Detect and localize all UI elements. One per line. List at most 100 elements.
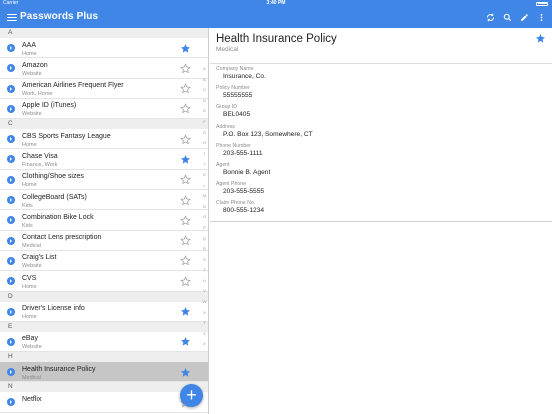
list-item-cbs-sports-fantasy-league[interactable]: CBS Sports Fantasy League Home — [0, 129, 208, 150]
star-icon[interactable] — [180, 154, 191, 165]
go-arrow-icon[interactable] — [7, 155, 15, 164]
index-letter-v[interactable]: V — [201, 286, 208, 297]
star-icon[interactable] — [180, 235, 191, 246]
star-icon[interactable] — [180, 43, 191, 54]
field-label: Phone Number — [216, 142, 251, 149]
list-item-chase-visa[interactable]: Chase Visa Finance, Work — [0, 149, 208, 170]
list-item-aaa[interactable]: AAA Home — [0, 38, 208, 59]
index-letter-i[interactable]: I — [201, 149, 208, 160]
star-icon[interactable] — [180, 306, 191, 317]
index-letter-w[interactable]: W — [201, 297, 208, 308]
index-letter-p[interactable]: P — [201, 223, 208, 234]
star-icon[interactable] — [180, 83, 191, 94]
index-letter-o[interactable]: O — [201, 212, 208, 223]
star-icon[interactable] — [180, 367, 191, 378]
app-bar: Passwords Plus — [0, 7, 552, 28]
edit-icon[interactable] — [519, 12, 529, 22]
index-letter-q[interactable]: Q — [201, 234, 208, 245]
index-letter-l[interactable]: L — [201, 181, 208, 192]
index-letter-r[interactable]: R — [201, 244, 208, 255]
index-letter-z[interactable]: Z — [201, 329, 208, 340]
entry-list: A AAA Home Amazon Website American Airlines F… — [0, 28, 209, 414]
section-header-d: D — [0, 291, 208, 302]
index-letter-d[interactable]: D — [201, 96, 208, 107]
star-icon[interactable] — [180, 336, 191, 347]
go-arrow-icon[interactable] — [7, 135, 15, 144]
index-letter-u[interactable]: U — [201, 276, 208, 287]
list-item-ebay[interactable]: eBay Website — [0, 331, 208, 353]
star-icon[interactable] — [180, 133, 191, 145]
star-icon[interactable] — [180, 255, 191, 266]
item-category: Home — [22, 50, 37, 57]
index-letter-m[interactable]: M — [201, 191, 208, 202]
item-category: Finance, Work — [22, 161, 58, 168]
index-letter-f[interactable]: F — [201, 117, 208, 128]
list-item-craig-s-list[interactable]: Craig's List Website — [0, 250, 208, 272]
go-arrow-icon[interactable] — [7, 44, 15, 52]
list-item-combination-bike-lock[interactable]: Combination Bike Lock Kids — [0, 210, 208, 231]
index-letter-e[interactable]: E — [201, 106, 208, 117]
field-value[interactable]: BEL0405 — [223, 111, 250, 118]
list-item-netflix[interactable]: Netflix — [0, 392, 208, 413]
star-icon[interactable] — [180, 63, 191, 74]
go-arrow-icon[interactable] — [7, 256, 15, 265]
section-header-h: H — [0, 352, 208, 363]
go-arrow-icon[interactable] — [7, 84, 15, 93]
list-item-clothing-shoe-sizes[interactable]: Clothing/Shoe sizes Home — [0, 169, 208, 191]
index-letter-y[interactable]: Y — [201, 318, 208, 329]
list-item-amazon[interactable]: Amazon Website — [0, 58, 208, 79]
go-arrow-icon[interactable] — [7, 104, 15, 113]
field-value[interactable]: 203-555-5555 — [223, 188, 264, 195]
index-letter-hash[interactable]: # — [201, 339, 208, 350]
go-arrow-icon[interactable] — [7, 398, 15, 407]
go-arrow-icon[interactable] — [7, 368, 15, 377]
search-icon[interactable] — [502, 12, 512, 22]
list-item-health-insurance-policy[interactable]: Health Insurance Policy Medical — [0, 362, 208, 383]
more-vert-icon[interactable] — [536, 12, 546, 22]
go-arrow-icon[interactable] — [7, 64, 15, 73]
star-icon[interactable] — [180, 215, 191, 226]
index-letter-s[interactable]: S — [201, 255, 208, 266]
star-icon[interactable] — [180, 276, 191, 287]
star-icon[interactable] — [180, 174, 191, 185]
index-letter-x[interactable]: X — [201, 308, 208, 319]
star-icon[interactable] — [180, 103, 191, 114]
go-arrow-icon[interactable] — [7, 337, 15, 346]
list-item-cvs[interactable]: CVS Home — [0, 271, 208, 292]
go-arrow-icon[interactable] — [7, 307, 15, 316]
list-item-driver-s-license-info[interactable]: Driver's License info Home — [0, 301, 208, 322]
go-arrow-icon[interactable] — [7, 236, 15, 245]
field-value[interactable]: Bonnie B. Agent — [223, 169, 270, 176]
sync-icon[interactable] — [485, 12, 495, 22]
star-icon[interactable] — [535, 33, 546, 44]
index-letter-t[interactable]: T — [201, 265, 208, 276]
alphabet-index[interactable]: A B C D E F G H I J K L M N O P Q R S T U V W X Y Z # — [201, 64, 208, 350]
index-letter-g[interactable]: G — [201, 128, 208, 139]
list-item-american-airlines-frequent-flyer[interactable]: American Airlines Frequent Flyer Work, Ho… — [0, 78, 208, 99]
item-name: Contact Lens prescription — [22, 234, 102, 242]
go-arrow-icon[interactable] — [7, 216, 15, 225]
list-item-apple-id-itunes[interactable]: Apple ID (iTunes) Website — [0, 98, 208, 120]
go-arrow-icon[interactable] — [7, 175, 15, 184]
field-value[interactable]: 55555555 — [223, 92, 252, 99]
add-button[interactable]: + — [180, 384, 203, 407]
field-value[interactable]: 800-555-1234 — [223, 207, 264, 214]
index-letter-a[interactable]: A — [201, 64, 208, 75]
index-letter-n[interactable]: N — [201, 202, 208, 213]
go-arrow-icon[interactable] — [7, 196, 15, 205]
index-letter-b[interactable]: B — [201, 75, 208, 86]
item-name: CBS Sports Fantasy League — [22, 132, 111, 140]
field-value[interactable]: 203-555-1111 — [223, 150, 263, 157]
menu-icon[interactable] — [7, 12, 17, 22]
field-value[interactable]: P.O. Box 123, Somewhere, CT — [223, 131, 313, 138]
index-letter-j[interactable]: J — [201, 159, 208, 170]
list-item-contact-lens-prescription[interactable]: Contact Lens prescription Medical — [0, 230, 208, 251]
star-icon[interactable] — [180, 194, 191, 206]
field-value[interactable]: Insurance, Co. — [223, 73, 266, 80]
index-letter-c[interactable]: C — [201, 85, 208, 96]
list-item-collegeboard-sats[interactable]: CollegeBoard (SATs) Kids — [0, 190, 208, 211]
index-letter-h[interactable]: H — [201, 138, 208, 149]
item-name: eBay — [22, 335, 38, 343]
go-arrow-icon[interactable] — [7, 277, 15, 286]
index-letter-k[interactable]: K — [201, 170, 208, 181]
